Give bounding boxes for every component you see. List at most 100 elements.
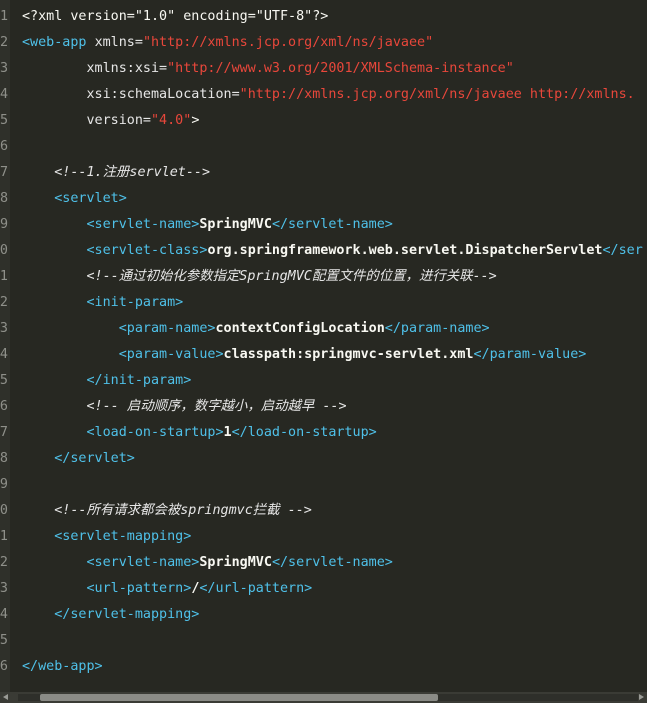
code-token: "http://xmlns.jcp.org/xml/ns/javaee": [142, 35, 434, 50]
code-token: SpringMVC: [199, 217, 272, 232]
line-code: <url-pattern>/</url-pattern>: [22, 576, 312, 602]
code-line[interactable]: 6: [0, 134, 647, 160]
line-code: <load-on-startup>1</load-on-startup>: [22, 420, 377, 446]
code-line[interactable]: 22 <servlet-name>SpringMVC</servlet-name…: [0, 550, 647, 576]
code-token: xmlns:xsi=: [22, 61, 168, 76]
line-code: <param-name>contextConfigLocation</param…: [22, 316, 490, 342]
line-number: 26: [0, 659, 8, 674]
code-token: <param-value>: [22, 347, 224, 362]
arrow-left-icon[interactable]: [3, 694, 8, 700]
line-number: 19: [0, 477, 8, 492]
line-code: </init-param>: [22, 368, 191, 394]
code-line[interactable]: 24 </servlet-mapping>: [0, 602, 647, 628]
line-code: </web-app>: [22, 654, 103, 680]
line-number: 24: [0, 607, 8, 622]
line-number: 3: [0, 61, 8, 76]
code-token: <servlet-mapping>: [22, 529, 192, 544]
code-line[interactable]: 14 <param-value>classpath:springmvc-serv…: [0, 342, 647, 368]
line-number: 4: [0, 87, 8, 102]
code-line[interactable]: 16 <!-- 启动顺序，数字越小，启动越早 -->: [0, 394, 647, 420]
code-token: </servlet-mapping>: [22, 607, 200, 622]
code-line[interactable]: 7 <!--1.注册servlet-->: [0, 160, 647, 186]
code-line[interactable]: 23 <url-pattern>/</url-pattern>: [0, 576, 647, 602]
code-token: <web-app: [22, 35, 95, 50]
code-line[interactable]: 17 <load-on-startup>1</load-on-startup>: [0, 420, 647, 446]
code-token: org.springframework.web.servlet.Dispatch…: [207, 243, 603, 258]
code-line[interactable]: 2 <web-app xmlns="http://xmlns.jcp.org/xm…: [0, 30, 647, 56]
code-line[interactable]: 4 xsi:schemaLocation="http://xmlns.jcp.o…: [0, 82, 647, 108]
line-number: 17: [0, 425, 8, 440]
line-code: <web-app xmlns="http://xmlns.jcp.org/xml…: [22, 30, 433, 56]
code-token: xmlns=: [94, 35, 143, 50]
code-line[interactable]: 8 <servlet>: [0, 186, 647, 212]
code-token: </web-app>: [22, 659, 103, 674]
code-line[interactable]: 12 <init-param>: [0, 290, 647, 316]
code-token: </servlet>: [22, 451, 135, 466]
code-token: </param-name>: [384, 321, 490, 336]
line-number: 9: [0, 217, 8, 232]
code-line[interactable]: 9 <servlet-name>SpringMVC</servlet-name>: [0, 212, 647, 238]
code-token: >: [191, 113, 200, 128]
code-token: </param-value>: [473, 347, 587, 362]
code-token: <servlet-name>: [22, 555, 200, 570]
line-number: 20: [0, 503, 8, 518]
line-number: 25: [0, 633, 8, 648]
arrow-right-icon[interactable]: [639, 694, 644, 700]
line-code: <servlet-name>SpringMVC</servlet-name>: [22, 212, 393, 238]
code-token: SpringMVC: [199, 555, 272, 570]
line-code: <!--所有请求都会被springmvc拦截 -->: [22, 498, 312, 524]
code-token: "http://xmlns.jcp.org/xml/ns/javaee http…: [239, 87, 635, 102]
code-token: xsi:schemaLocation=: [22, 87, 240, 102]
code-line[interactable]: 21 <servlet-mapping>: [0, 524, 647, 550]
code-token: <servlet>: [22, 191, 127, 206]
code-token: <?xml version="1.0" encoding="UTF-8"?>: [22, 9, 329, 24]
line-code: xsi:schemaLocation="http://xmlns.jcp.org…: [22, 82, 635, 108]
line-code: <init-param>: [22, 290, 183, 316]
code-token: <!-- 启动顺序，数字越小，启动越早 -->: [22, 399, 347, 414]
code-token: <!--所有请求都会被springmvc拦截 -->: [22, 503, 312, 518]
line-number: 11: [0, 269, 8, 284]
code-line[interactable]: 1 <?xml version="1.0" encoding="UTF-8"?>: [0, 4, 647, 30]
line-number: 1: [0, 9, 8, 24]
line-code: <!--通过初始化参数指定SpringMVC配置文件的位置，进行关联-->: [22, 264, 497, 290]
line-number: 2: [0, 35, 8, 50]
code-token: <load-on-startup>: [22, 425, 224, 440]
code-token: <init-param>: [22, 295, 184, 310]
line-number: 15: [0, 373, 8, 388]
code-line[interactable]: 10 <servlet-class>org.springframework.we…: [0, 238, 647, 264]
line-code: <param-value>classpath:springmvc-servlet…: [22, 342, 587, 368]
line-code: <servlet>: [22, 186, 127, 212]
scrollbar-thumb[interactable]: [40, 694, 438, 701]
code-editor[interactable]: 1 <?xml version="1.0" encoding="UTF-8"?> 2…: [0, 0, 647, 692]
code-token: version=: [22, 113, 151, 128]
code-line[interactable]: 25: [0, 628, 647, 654]
code-token: </servlet-name>: [271, 217, 393, 232]
line-code: </servlet>: [22, 446, 135, 472]
code-line[interactable]: 5 version="4.0">: [0, 108, 647, 134]
code-token: </servlet-name>: [271, 555, 393, 570]
line-code: <servlet-name>SpringMVC</servlet-name>: [22, 550, 393, 576]
line-number: 22: [0, 555, 8, 570]
line-code: <?xml version="1.0" encoding="UTF-8"?>: [22, 4, 328, 30]
code-line[interactable]: 11 <!--通过初始化参数指定SpringMVC配置文件的位置，进行关联-->: [0, 264, 647, 290]
code-token: "http://www.w3.org/2001/XMLSchema-instan…: [167, 61, 514, 76]
code-line[interactable]: 15 </init-param>: [0, 368, 647, 394]
code-line[interactable]: 26 </web-app>: [0, 654, 647, 680]
code-token: <url-pattern>: [22, 581, 192, 596]
line-code: <!-- 启动顺序，数字越小，启动越早 -->: [22, 394, 347, 420]
line-number: 13: [0, 321, 8, 336]
line-number: 5: [0, 113, 8, 128]
code-token: </init-param>: [22, 373, 192, 388]
code-token: </load-on-startup>: [231, 425, 377, 440]
code-line[interactable]: 3 xmlns:xsi="http://www.w3.org/2001/XMLS…: [0, 56, 647, 82]
code-token: "4.0": [151, 113, 192, 128]
code-line[interactable]: 13 <param-name>contextConfigLocation</pa…: [0, 316, 647, 342]
horizontal-scrollbar[interactable]: [0, 692, 647, 703]
code-line[interactable]: 19: [0, 472, 647, 498]
code-line[interactable]: 20 <!--所有请求都会被springmvc拦截 -->: [0, 498, 647, 524]
code-token: <!--通过初始化参数指定SpringMVC配置文件的位置，进行关联-->: [22, 269, 497, 284]
code-token: <servlet-class>: [22, 243, 208, 258]
code-token: 1: [223, 425, 232, 440]
line-number: 7: [0, 165, 8, 180]
code-line[interactable]: 18 </servlet>: [0, 446, 647, 472]
